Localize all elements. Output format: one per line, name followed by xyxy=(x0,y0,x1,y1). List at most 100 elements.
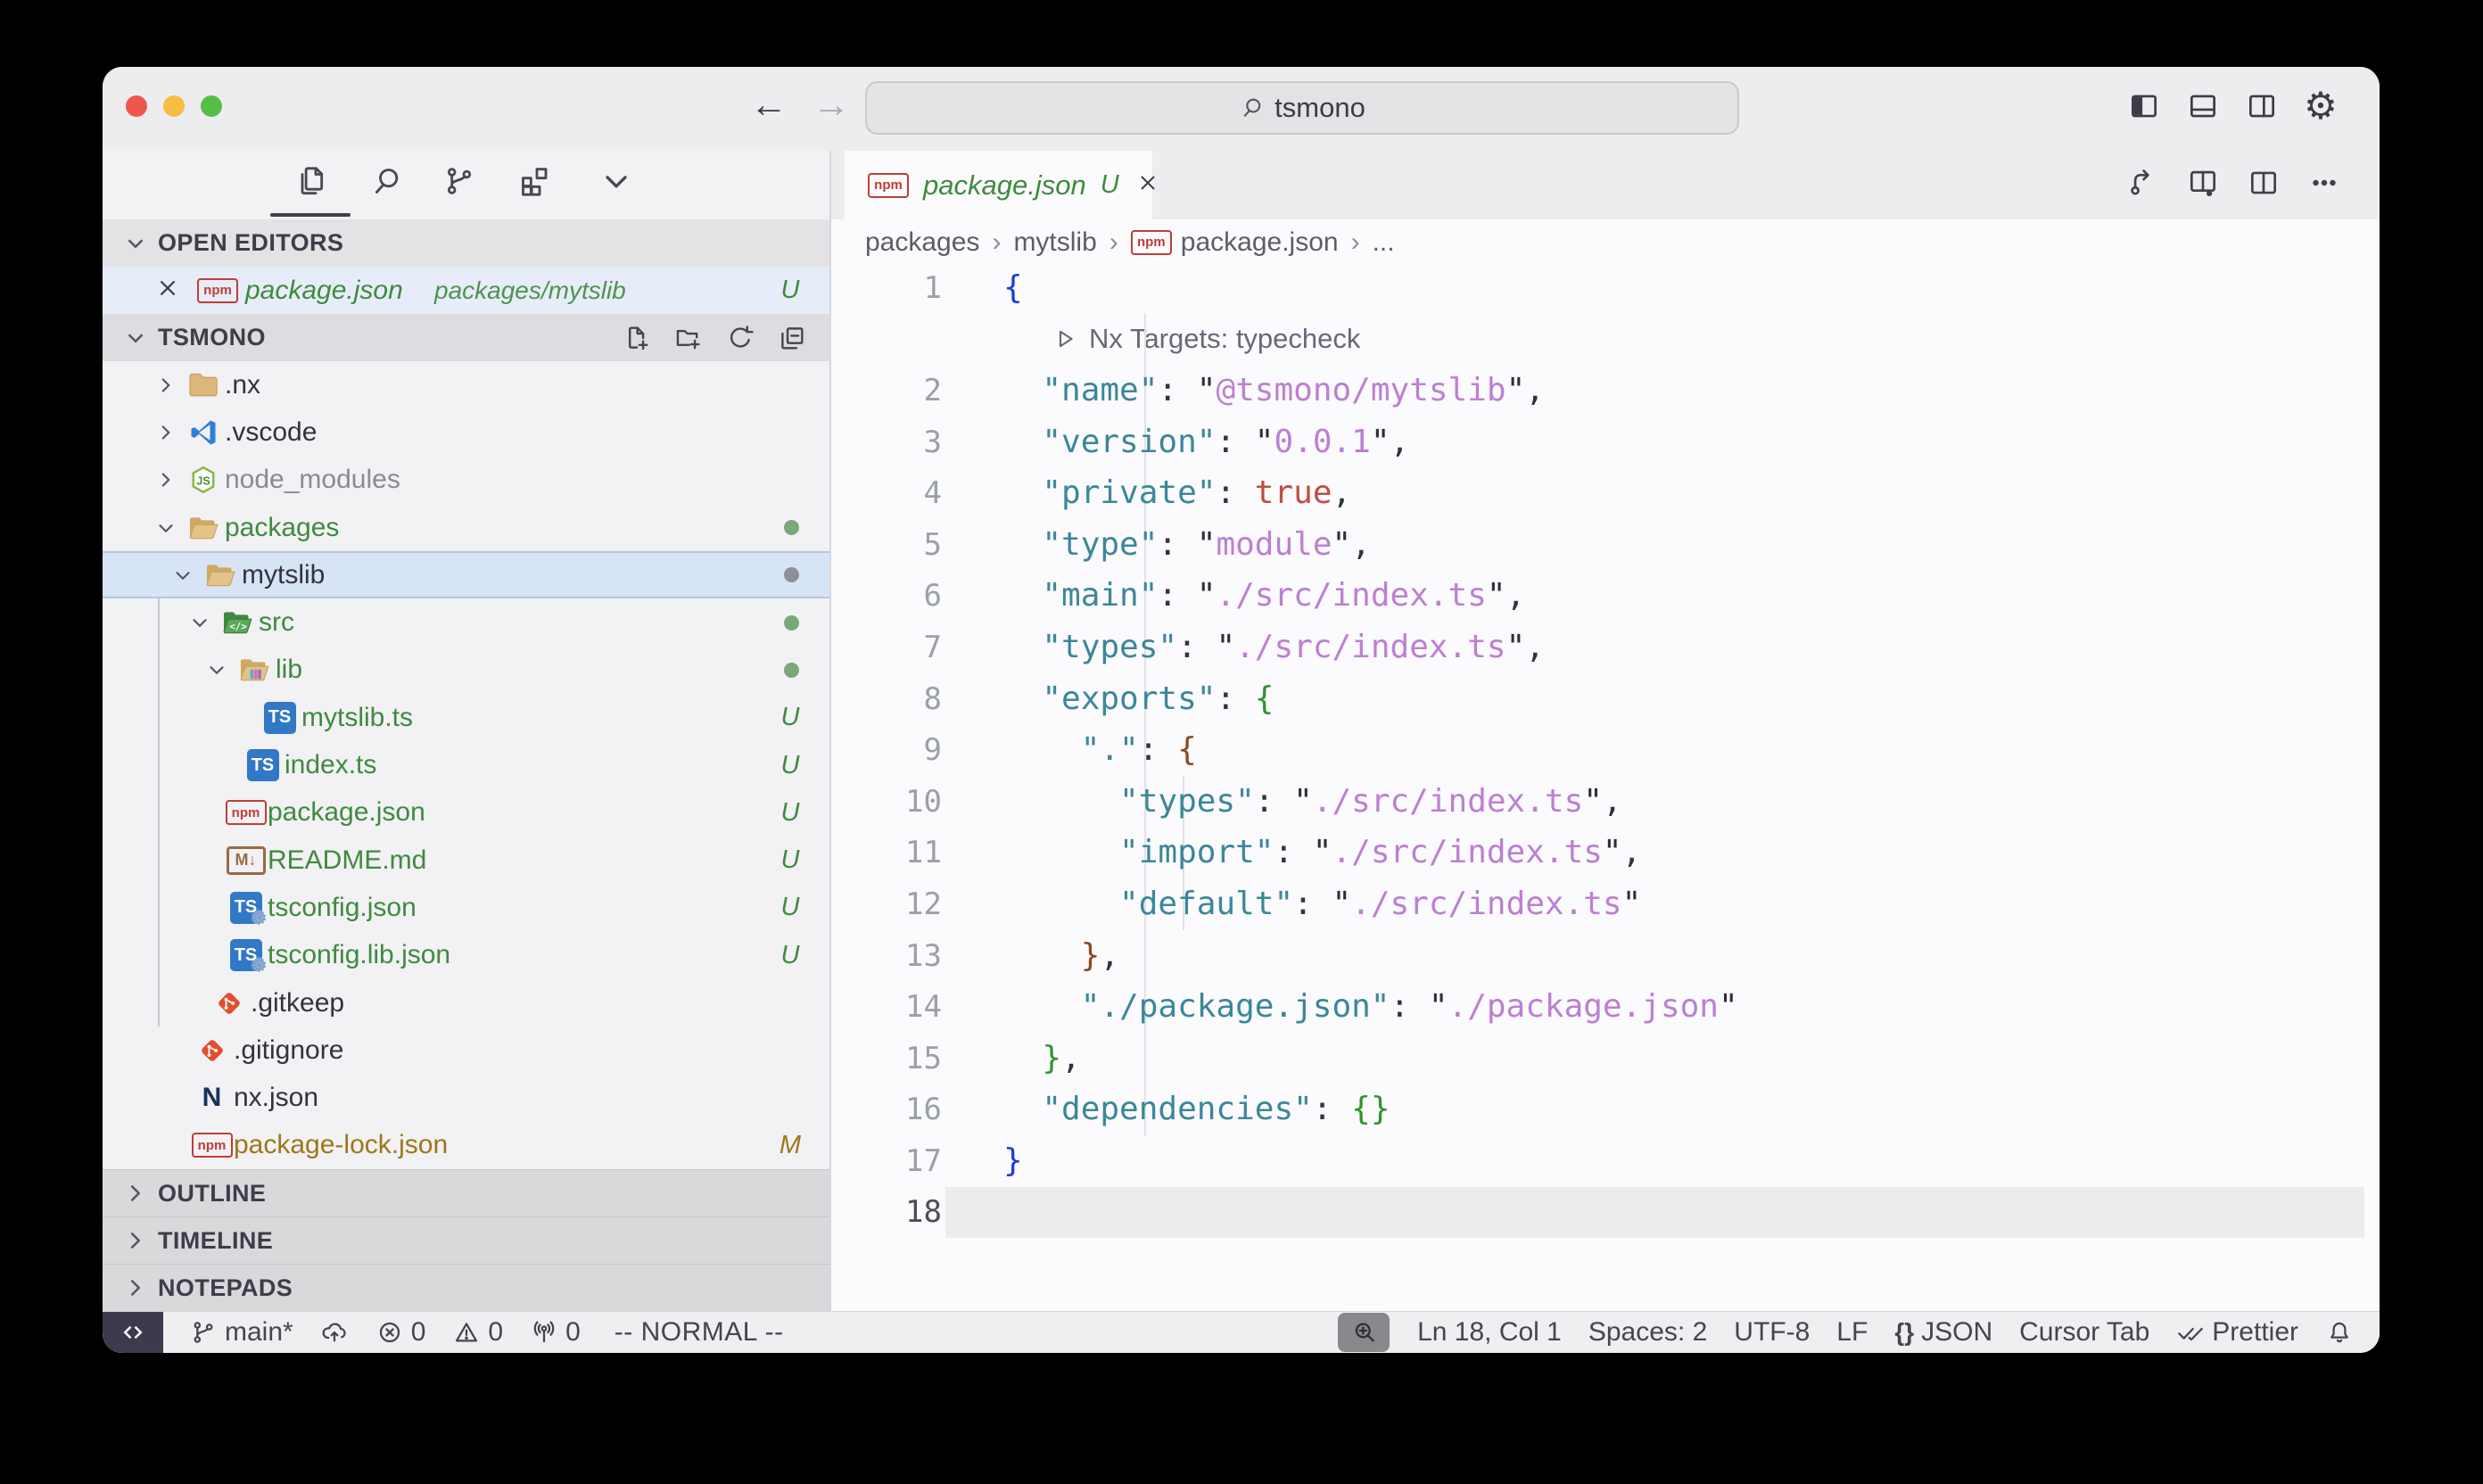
codelens-nx-targets[interactable]: Nx Targets: typecheck xyxy=(831,314,2380,366)
status-publish[interactable] xyxy=(307,1312,362,1353)
collapse-all-icon[interactable] xyxy=(774,318,810,358)
code-editor[interactable]: 1{Nx Targets: typecheck2 "name": "@tsmon… xyxy=(831,262,2380,1311)
code-line-14[interactable]: 14 "./package.json": "./package.json" xyxy=(831,981,2380,1033)
new-folder-icon[interactable] xyxy=(671,318,706,358)
layout-sidebar-left-icon[interactable] xyxy=(2124,87,2164,126)
status-git-branch[interactable]: main* xyxy=(176,1312,307,1353)
code-line-18[interactable]: 18 xyxy=(831,1187,2380,1239)
markdown-icon: M↓ xyxy=(227,846,266,875)
status-language-mode[interactable]: {}JSON xyxy=(1881,1312,2006,1353)
activity-source-control[interactable] xyxy=(438,158,481,204)
split-editor-dot-icon[interactable] xyxy=(2183,163,2223,202)
zoom-window-button[interactable] xyxy=(201,95,222,117)
status-warnings[interactable]: 0 xyxy=(439,1312,516,1353)
refresh-icon[interactable] xyxy=(722,318,758,358)
chevron-down-icon[interactable] xyxy=(166,560,200,590)
code-line-17[interactable]: 17} xyxy=(831,1135,2380,1187)
breadcrumb-item[interactable]: packages xyxy=(865,227,979,258)
breadcrumb-separator: › xyxy=(1351,227,1360,258)
chevron-right-icon[interactable] xyxy=(149,465,183,495)
activity-explorer[interactable] xyxy=(290,158,333,204)
command-center-search[interactable]: tsmono xyxy=(865,81,1739,135)
tree-item-.gitkeep[interactable]: .gitkeep xyxy=(103,979,829,1026)
code-line-2[interactable]: 2 "name": "@tsmono/mytslib", xyxy=(831,365,2380,416)
tree-item-tsconfig.lib.json[interactable]: TS⚙tsconfig.lib.jsonU xyxy=(103,932,829,979)
code-line-16[interactable]: 16 "dependencies": {} xyxy=(831,1084,2380,1136)
code-line-4[interactable]: 4 "private": true, xyxy=(831,467,2380,519)
status-vim-mode[interactable]: -- NORMAL -- xyxy=(594,1312,797,1353)
gear-icon[interactable]: ⚙ xyxy=(2301,87,2340,126)
remote-indicator[interactable] xyxy=(103,1312,163,1354)
explorer-section-header[interactable]: TSMONO xyxy=(103,314,829,361)
activity-more-views[interactable] xyxy=(595,158,638,204)
code-line-8[interactable]: 8 "exports": { xyxy=(831,673,2380,725)
code-line-12[interactable]: 12 "default": "./src/index.ts" xyxy=(831,878,2380,930)
status-notifications[interactable] xyxy=(2312,1312,2367,1353)
tree-item-mytslib[interactable]: mytslib xyxy=(103,551,829,598)
close-window-button[interactable] xyxy=(126,95,147,117)
tree-item-nx.json[interactable]: Nnx.json xyxy=(103,1074,829,1121)
tree-item-.nx[interactable]: .nx xyxy=(103,361,829,408)
status-errors[interactable]: 0 xyxy=(362,1312,440,1353)
more-icon[interactable] xyxy=(2305,163,2344,202)
tree-item-mytslib.ts[interactable]: TSmytslib.tsU xyxy=(103,694,829,741)
open-editors-header[interactable]: OPEN EDITORS xyxy=(103,219,829,267)
code-line-10[interactable]: 10 "types": "./src/index.ts", xyxy=(831,776,2380,828)
back-arrow-icon[interactable]: ← xyxy=(750,83,788,126)
activity-search[interactable] xyxy=(366,158,408,204)
chevron-right-icon[interactable] xyxy=(149,417,183,448)
code-line-6[interactable]: 6 "main": "./src/index.ts", xyxy=(831,571,2380,622)
status-formatter[interactable]: Prettier xyxy=(2163,1312,2312,1353)
chevron-down-icon[interactable] xyxy=(200,655,234,685)
chevron-down-icon[interactable] xyxy=(149,513,183,543)
activity-extensions[interactable] xyxy=(513,158,556,204)
status-encoding[interactable]: UTF-8 xyxy=(1720,1312,1823,1353)
code-line-1[interactable]: 1{ xyxy=(831,262,2380,314)
code-line-7[interactable]: 7 "types": "./src/index.ts", xyxy=(831,622,2380,673)
tree-item-.gitignore[interactable]: .gitignore xyxy=(103,1026,829,1074)
status-cursor-position[interactable]: Ln 18, Col 1 xyxy=(1404,1312,1575,1353)
breadcrumb-item[interactable]: ... xyxy=(1373,227,1395,258)
new-file-icon[interactable] xyxy=(619,318,655,358)
tree-item-readme.md[interactable]: M↓README.mdU xyxy=(103,837,829,884)
status-screencast-zoom[interactable] xyxy=(1338,1313,1390,1352)
tree-item-lib[interactable]: lib xyxy=(103,647,829,694)
close-icon[interactable] xyxy=(154,275,186,307)
status-ports[interactable]: 0 xyxy=(516,1312,594,1353)
layout-panel-icon[interactable] xyxy=(2183,87,2223,126)
open-changes-icon[interactable] xyxy=(2123,163,2162,202)
status-eol[interactable]: LF xyxy=(1823,1312,1881,1353)
tree-item-package.json[interactable]: npmpackage.jsonU xyxy=(103,789,829,837)
typescript-icon: TS xyxy=(264,702,296,734)
code-line-11[interactable]: 11 "import": "./src/index.ts", xyxy=(831,828,2380,879)
tree-item-tsconfig.json[interactable]: TS⚙tsconfig.jsonU xyxy=(103,884,829,931)
close-icon[interactable] xyxy=(1135,170,1160,201)
code-line-3[interactable]: 3 "version": "0.0.1", xyxy=(831,416,2380,468)
tree-item-index.ts[interactable]: TSindex.tsU xyxy=(103,741,829,788)
code-line-13[interactable]: 13 }, xyxy=(831,930,2380,982)
tab-package-json[interactable]: npm package.json U xyxy=(845,151,1152,219)
tree-item-src[interactable]: </>src xyxy=(103,598,829,646)
breadcrumb-item[interactable]: mytslib xyxy=(1013,227,1096,258)
layout-sidebar-right-icon[interactable] xyxy=(2242,87,2281,126)
breadcrumb-item[interactable]: npmpackage.json xyxy=(1131,227,1339,258)
chevron-right-icon[interactable] xyxy=(149,370,183,400)
tree-item-node-modules[interactable]: JSnode_modules xyxy=(103,457,829,504)
minimize-window-button[interactable] xyxy=(163,95,185,117)
status-indentation[interactable]: Spaces: 2 xyxy=(1575,1312,1720,1353)
section-notepads[interactable]: NOTEPADS xyxy=(103,1264,829,1311)
split-editor-icon[interactable] xyxy=(2244,163,2283,202)
code-line-15[interactable]: 15 }, xyxy=(831,1033,2380,1084)
section-timeline[interactable]: TIMELINE xyxy=(103,1216,829,1264)
tree-item-package-lock.json[interactable]: npmpackage-lock.jsonM xyxy=(103,1122,829,1169)
status-cursor-tab[interactable]: Cursor Tab xyxy=(2006,1312,2163,1353)
forward-arrow-icon[interactable]: → xyxy=(813,83,850,126)
section-outline[interactable]: OUTLINE xyxy=(103,1169,829,1216)
open-editor-item[interactable]: npm package.json packages/mytslib U xyxy=(103,267,829,314)
chevron-down-icon[interactable] xyxy=(183,607,217,638)
tab-git-badge: U xyxy=(1101,170,1119,200)
tree-item-packages[interactable]: packages xyxy=(103,504,829,551)
code-line-9[interactable]: 9 ".": { xyxy=(831,724,2380,776)
code-line-5[interactable]: 5 "type": "module", xyxy=(831,519,2380,571)
tree-item-.vscode[interactable]: .vscode xyxy=(103,408,829,456)
